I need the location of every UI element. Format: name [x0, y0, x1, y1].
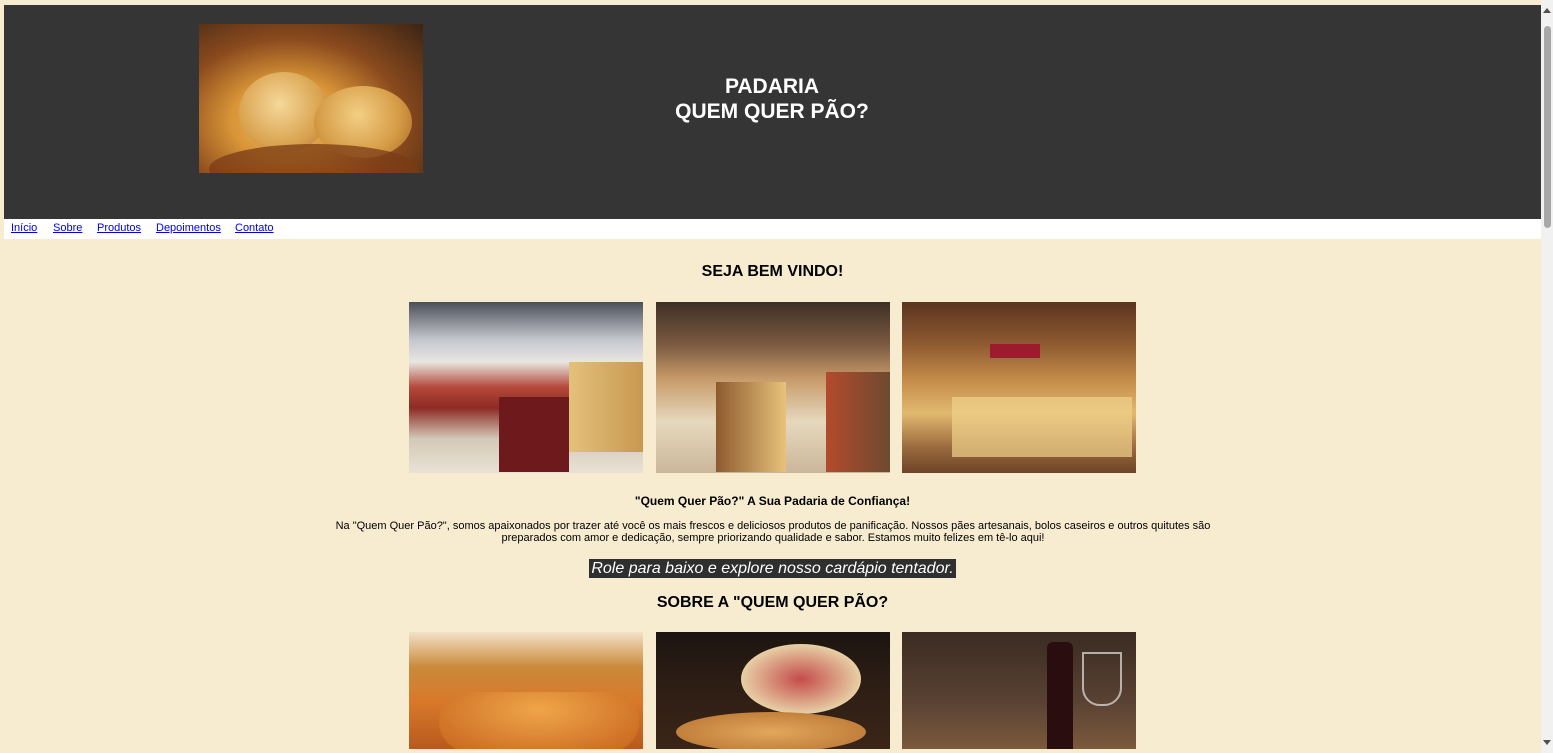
nav-link-depoimentos[interactable]: Depoimentos: [156, 222, 221, 234]
site-header: PADARIA QUEM QUER PÃO?: [4, 5, 1541, 219]
product-photo-wine-pizza: [902, 632, 1136, 749]
scroll-up-arrow-icon[interactable]: [1543, 8, 1551, 13]
store-photo-3: [902, 302, 1136, 473]
site-title: PADARIA QUEM QUER PÃO?: [572, 74, 972, 124]
store-photo-2: [656, 302, 890, 473]
store-photo-1: [409, 302, 643, 473]
logo-bread-image: [199, 24, 423, 173]
nav-link-inicio[interactable]: Início: [11, 222, 37, 234]
site-title-line2: QUEM QUER PÃO?: [675, 100, 869, 123]
about-heading: SOBRE A "QUEM QUER PÃO?: [656, 594, 889, 611]
scroll-down-arrow-icon[interactable]: [1543, 740, 1551, 745]
scrollbar-thumb[interactable]: [1544, 26, 1551, 228]
nav-link-sobre[interactable]: Sobre: [53, 222, 82, 234]
welcome-paragraph: Na "Quem Quer Pão?", somos apaixonados p…: [335, 520, 1211, 544]
welcome-subheading: "Quem Quer Pão?" A Sua Padaria de Confia…: [634, 494, 911, 508]
page: PADARIA QUEM QUER PÃO? Início Sobre Prod…: [4, 5, 1541, 749]
scroll-cta-text: Role para baixo e explore nosso cardápio…: [589, 559, 956, 578]
product-photo-bread-rolls: [409, 632, 643, 749]
main-nav: Início Sobre Produtos Depoimentos Contat…: [4, 219, 1541, 239]
cta-wrapper: Role para baixo e explore nosso cardápio…: [4, 559, 1541, 578]
welcome-heading: SEJA BEM VINDO!: [701, 263, 844, 280]
nav-link-contato[interactable]: Contato: [235, 222, 274, 234]
nav-link-produtos[interactable]: Produtos: [97, 222, 141, 234]
product-photo-sandwich: [656, 632, 890, 749]
page-scrollbar[interactable]: [1541, 0, 1553, 753]
site-title-line1: PADARIA: [724, 75, 820, 98]
